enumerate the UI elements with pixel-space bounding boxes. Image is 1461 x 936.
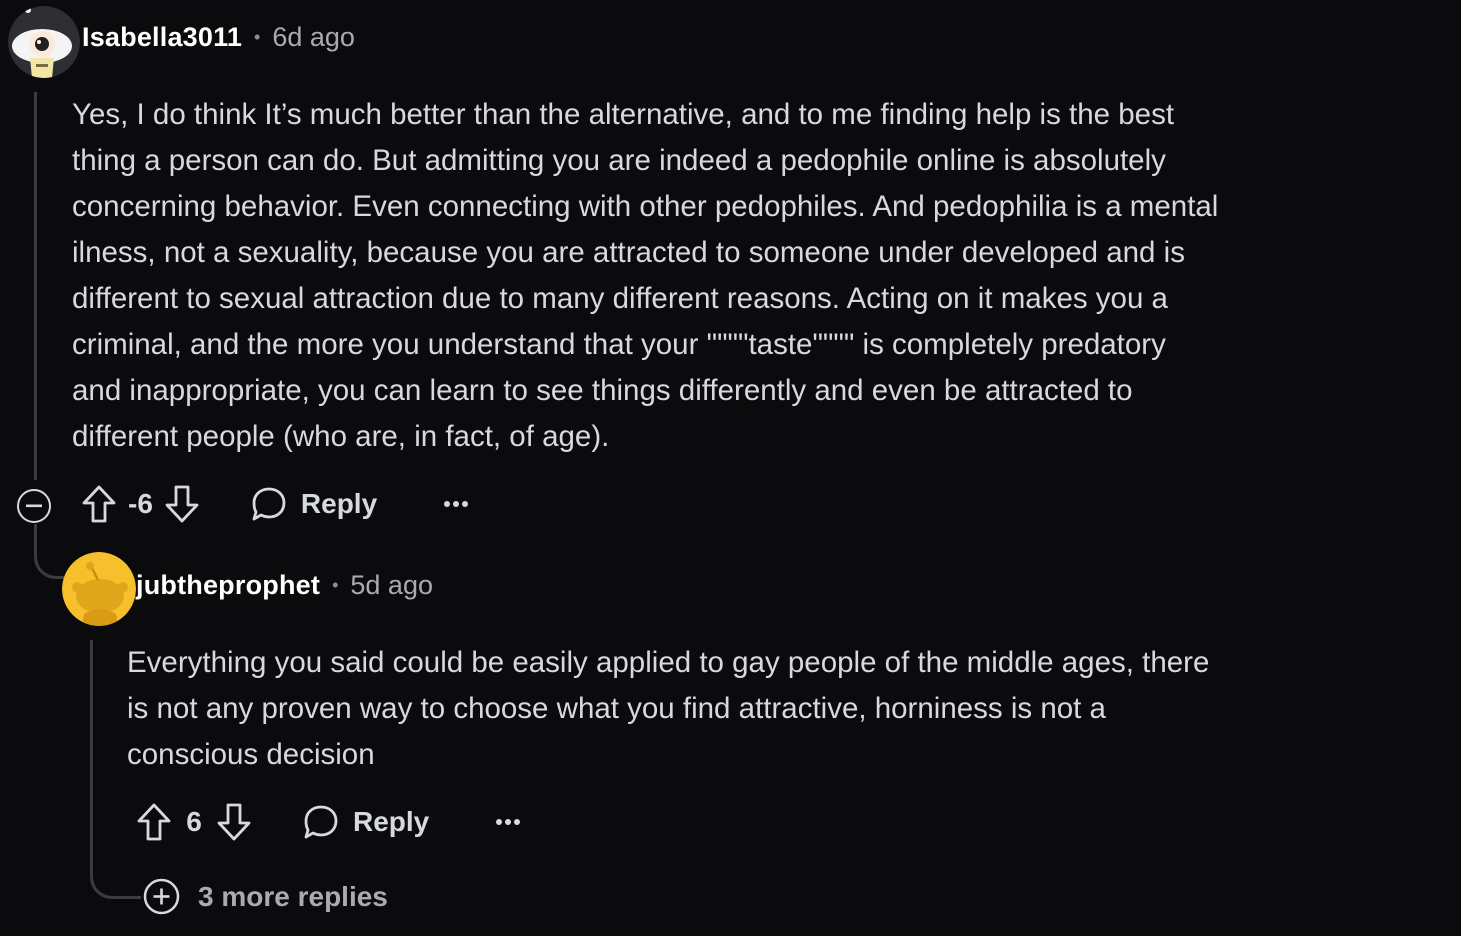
plus-circle-icon (143, 878, 180, 915)
comment-body: Everything you said could be easily appl… (127, 646, 1210, 771)
collapse-thread-button[interactable] (17, 489, 51, 523)
more-options-button[interactable] (443, 500, 469, 508)
ellipsis-icon (496, 819, 521, 825)
minus-icon (26, 504, 42, 508)
avatar-jubtheprophet[interactable] (62, 552, 136, 626)
user-avatar-icon (8, 6, 80, 78)
reply-button[interactable]: Reply (303, 804, 429, 840)
snoo-avatar-icon (62, 552, 136, 626)
vote-score: 6 (186, 806, 202, 837)
downvote-button[interactable] (215, 802, 253, 842)
speech-bubble-icon (304, 805, 338, 839)
timestamp[interactable]: 5d ago (350, 570, 433, 601)
avatar-isabella3011[interactable] (8, 6, 80, 78)
comment-meta: jubtheprophet • 5d ago (136, 570, 433, 601)
timestamp[interactable]: 6d ago (272, 22, 355, 53)
more-replies-label: 3 more replies (198, 880, 388, 912)
meta-separator: • (332, 575, 339, 595)
comment-body: Yes, I do think It’s much better than th… (72, 98, 1219, 453)
reply-label: Reply (353, 806, 430, 837)
thread-line[interactable] (34, 92, 37, 480)
downvote-button[interactable] (163, 484, 201, 524)
thread-connector (90, 866, 141, 899)
upvote-button[interactable] (135, 802, 173, 842)
arrow-down-icon (165, 485, 199, 523)
thread-line[interactable] (90, 640, 93, 868)
comment-thread: Isabella3011 • 6d ago Yes, I do think It… (0, 0, 1461, 936)
reply-label: Reply (300, 488, 378, 519)
more-replies-button[interactable]: 3 more replies (143, 878, 388, 915)
meta-separator: • (254, 27, 261, 47)
upvote-button[interactable] (80, 484, 118, 524)
username[interactable]: Isabella3011 (82, 22, 242, 53)
arrow-up-icon (82, 485, 116, 523)
comment-actions: 6 Reply (135, 802, 521, 842)
arrow-up-icon (137, 803, 171, 841)
more-options-button[interactable] (495, 818, 521, 826)
arrow-down-icon (217, 803, 251, 841)
reply-button[interactable]: Reply (251, 486, 377, 522)
comment-meta: Isabella3011 • 6d ago (82, 22, 355, 53)
comment-actions: -6 Reply (80, 484, 469, 524)
vote-score: -6 (128, 488, 153, 519)
speech-bubble-icon (252, 487, 286, 521)
ellipsis-icon (444, 501, 469, 507)
username[interactable]: jubtheprophet (136, 570, 320, 601)
thread-line[interactable] (34, 524, 37, 550)
